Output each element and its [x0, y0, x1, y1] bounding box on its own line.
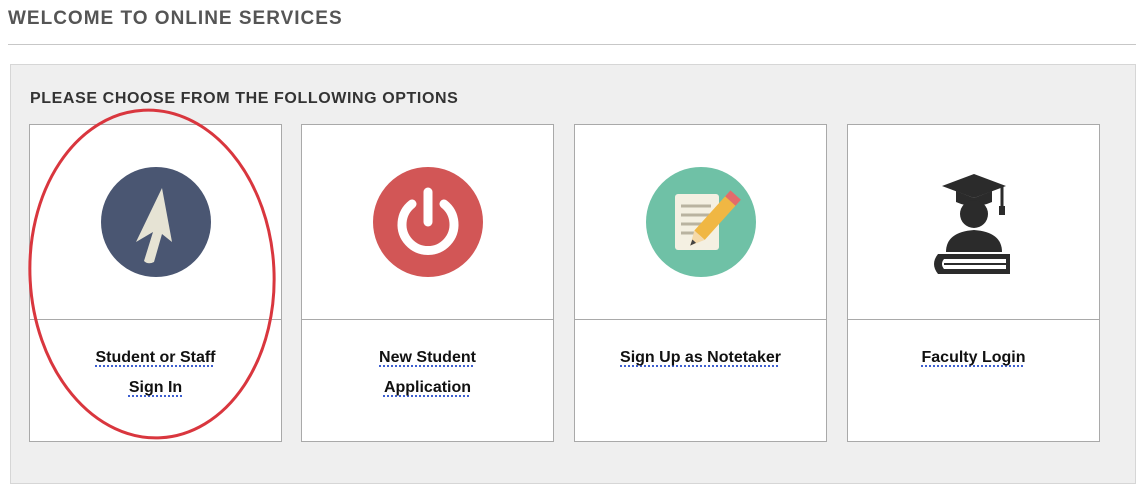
link-line-1: Faculty Login [921, 349, 1026, 366]
link-line-1: Sign Up as Notetaker [620, 349, 781, 366]
card-label: Student or Staff Sign In [40, 343, 271, 403]
card-label: New Student Application [312, 343, 543, 403]
card-label: Sign Up as Notetaker [585, 343, 816, 373]
card-icon-area [848, 125, 1099, 320]
notepad-pencil-icon[interactable] [641, 162, 761, 282]
faculty-login-link[interactable]: Faculty Login [922, 349, 1026, 366]
link-line-1: New Student [379, 349, 476, 366]
link-line-1: Student or Staff [95, 349, 216, 366]
new-student-application-card[interactable]: New Student Application [301, 124, 554, 442]
student-staff-sign-in-link[interactable]: Student or Staff Sign In [96, 349, 216, 396]
link-line-2: Sign In [128, 379, 183, 396]
card-icon-area [302, 125, 553, 320]
new-student-application-link[interactable]: New Student Application [379, 349, 476, 396]
card-label: Faculty Login [858, 343, 1089, 373]
title-divider [8, 44, 1136, 45]
graduate-book-icon[interactable] [914, 162, 1034, 282]
notetaker-signup-card[interactable]: Sign Up as Notetaker [574, 124, 827, 442]
panel-heading: PLEASE CHOOSE FROM THE FOLLOWING OPTIONS [30, 90, 459, 107]
card-icon-area [30, 125, 281, 320]
faculty-login-card[interactable]: Faculty Login [847, 124, 1100, 442]
link-line-2: Application [383, 379, 472, 396]
student-staff-sign-in-card[interactable]: Student or Staff Sign In [29, 124, 282, 442]
notetaker-signup-link[interactable]: Sign Up as Notetaker [620, 349, 781, 366]
page-title: WELCOME TO ONLINE SERVICES [8, 8, 343, 29]
card-icon-area [575, 125, 826, 320]
power-icon[interactable] [368, 162, 488, 282]
cursor-icon[interactable] [96, 162, 216, 282]
